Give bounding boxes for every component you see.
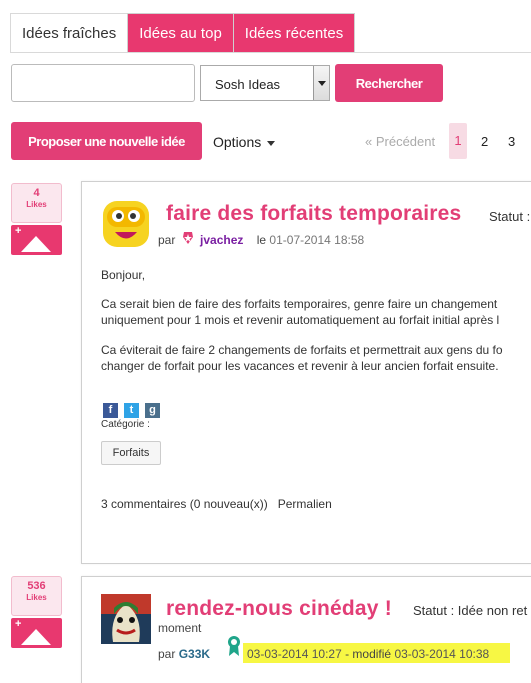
idea-byline: par jvachez le 01-07-2014 18:58 [158,231,364,247]
author-link[interactable]: G33K [179,647,210,661]
category-tag[interactable]: Forfaits [101,441,161,465]
like-count: 4 [33,187,40,199]
award-ribbon-icon [228,636,240,656]
search-input[interactable] [11,64,195,102]
pagination-prev: « Précédent [365,134,436,149]
facebook-icon[interactable]: f [103,403,118,418]
like-label: Likes [26,200,47,209]
modified-label: - modifié [345,647,392,661]
community-select-value: Sosh Ideas [215,77,281,92]
avatar [101,594,151,644]
idea-status: Statut : Idée non ret [413,603,528,618]
like-count-box: 4 Likes [11,183,62,223]
propose-idea-button[interactable]: Proposer une nouvelle idée [11,122,202,160]
permalink-link[interactable]: Permalien [278,497,332,511]
idea-date: 01-07-2014 18:58 [269,233,365,247]
star-badge-icon [182,232,193,244]
idea-title[interactable]: rendez-nous cinéday ! [166,597,392,621]
like-button[interactable]: + [11,618,62,648]
tab-idees-fraiches[interactable]: Idées fraîches [10,13,129,53]
tab-idees-au-top[interactable]: Idées au top [127,13,234,53]
idea-tabs: Idées fraîches Idées au top Idées récent… [10,13,356,53]
like-button[interactable]: + [11,225,62,255]
body-line: uniquement pour 1 mois et revenir automa… [101,313,500,327]
pagination-page-3[interactable]: 3 [508,134,515,149]
modified-date: 03-03-2014 10:38 [394,647,490,661]
twitter-icon[interactable]: t [124,403,139,418]
category-label: Catégorie : [101,419,150,430]
tab-divider [10,52,531,53]
idea-byline: par G33K [158,647,210,661]
idea-footer: 3 commentaires (0 nouveau(x)) Permalien [101,497,332,511]
like-count-box: 536 Likes [11,576,62,616]
idea-date: 03-03-2014 10:27 [247,647,342,661]
by-label: par [158,647,176,661]
like-count: 536 [27,580,46,592]
chevron-down-icon[interactable] [313,66,329,100]
like-label: Likes [26,593,47,602]
arrow-up-icon [21,236,51,252]
tab-idees-recentes[interactable]: Idées récentes [232,13,356,53]
body-line: changer de forfait pour les vacances et … [101,359,499,373]
caret-down-icon [267,140,276,146]
search-button[interactable]: Rechercher [335,64,443,102]
pagination-current: 1 [449,123,467,159]
comments-link[interactable]: 3 commentaires (0 nouveau(x)) [101,497,268,511]
avatar [103,201,149,247]
body-line: Bonjour, [101,268,146,282]
date-prefix: le [256,233,267,247]
options-menu[interactable]: Options [213,134,276,150]
by-label: par [158,233,176,247]
arrow-up-icon [21,629,51,645]
google-icon[interactable]: g [145,403,160,418]
idea-dates: 03-03-2014 10:27 - modifié 03-03-2014 10… [247,647,489,661]
idea-title[interactable]: faire des forfaits temporaires [166,202,461,226]
community-select[interactable]: Sosh Ideas [200,65,330,101]
body-line: Ca serait bien de faire des forfaits tem… [101,297,498,311]
author-link[interactable]: jvachez [200,233,243,247]
idea-status: Statut : [489,209,531,224]
body-line: Ca éviterait de faire 2 changements de f… [101,343,503,357]
pagination-page-2[interactable]: 2 [481,134,488,149]
idea-status-continued: moment [158,621,202,635]
options-label: Options [213,134,262,150]
